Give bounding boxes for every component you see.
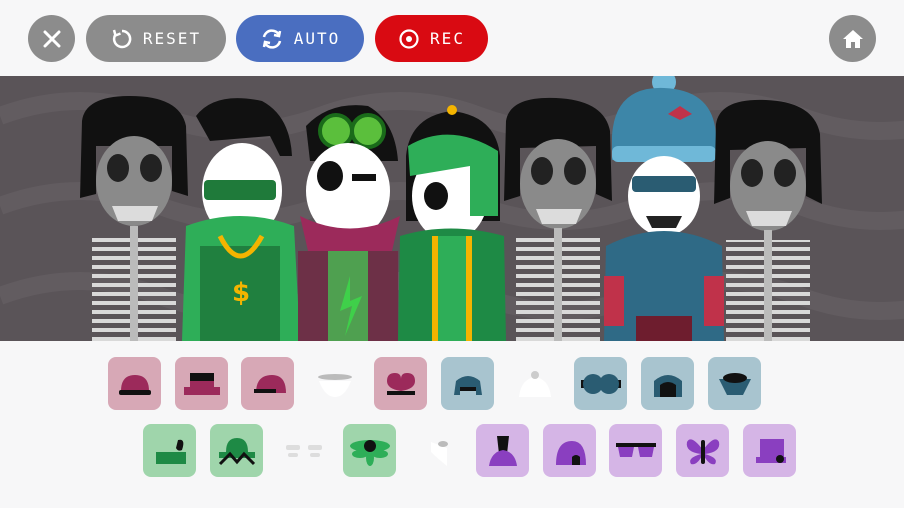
rec-button[interactable]: REC <box>375 15 488 62</box>
purple-box-icon[interactable] <box>743 424 796 477</box>
auto-label: AUTO <box>293 29 341 48</box>
home-icon <box>842 29 863 48</box>
reset-button[interactable]: RESET <box>86 15 226 62</box>
maroon-box-hat-icon[interactable] <box>175 357 228 410</box>
purple-tophat-icon[interactable] <box>476 424 529 477</box>
auto-button[interactable]: AUTO <box>236 15 364 62</box>
purple-butterfly-icon[interactable] <box>676 424 729 477</box>
green-flower-icon[interactable] <box>343 424 396 477</box>
green-feather-icon[interactable] <box>143 424 196 477</box>
teal-bowl-icon[interactable] <box>708 357 761 410</box>
purple-arch-icon[interactable] <box>543 424 596 477</box>
rec-label: REC <box>430 29 465 48</box>
close-button[interactable] <box>28 15 75 62</box>
reset-icon <box>112 29 132 48</box>
sound-icon-tray <box>0 341 904 508</box>
character-stage: $ <box>0 76 904 341</box>
maroon-helmet-icon[interactable] <box>241 357 294 410</box>
white-glasses-icon[interactable] <box>277 424 330 477</box>
teal-goggles-icon[interactable] <box>574 357 627 410</box>
teal-hair-icon[interactable] <box>641 357 694 410</box>
maroon-cap-icon[interactable] <box>108 357 161 410</box>
close-icon <box>43 30 60 47</box>
svg-text:$: $ <box>232 278 250 308</box>
auto-icon <box>262 28 281 49</box>
white-bowl-icon[interactable] <box>308 357 361 410</box>
reset-label: RESET <box>142 29 202 48</box>
teal-helmet-icon[interactable] <box>441 357 494 410</box>
purple-shades-icon[interactable] <box>609 424 662 477</box>
white-dome-icon[interactable] <box>508 357 561 410</box>
green-hat-icon[interactable] <box>210 424 263 477</box>
record-icon <box>399 28 419 49</box>
character-maroon-scarf-goggles[interactable] <box>298 105 400 341</box>
top-toolbar: RESET AUTO REC <box>0 0 904 76</box>
stage-scene: $ <box>0 76 904 341</box>
home-button[interactable] <box>829 15 876 62</box>
maroon-heart-icon[interactable] <box>374 357 427 410</box>
white-drop-icon[interactable] <box>410 424 463 477</box>
